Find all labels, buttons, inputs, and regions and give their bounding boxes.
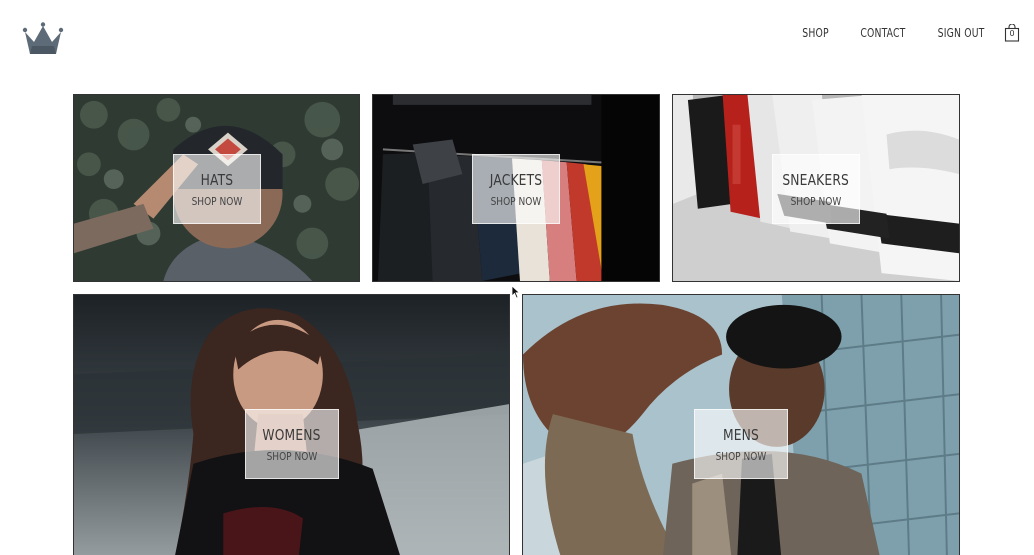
category-title: HATS <box>200 170 233 189</box>
shop-now-link[interactable]: SHOP NOW <box>791 195 842 208</box>
category-tile-womens[interactable]: WOMENS SHOP NOW <box>73 294 510 555</box>
hats-label-box[interactable]: HATS SHOP NOW <box>172 154 261 224</box>
nav-contact-link[interactable]: CONTACT <box>860 26 905 40</box>
shop-now-link[interactable]: SHOP NOW <box>266 450 317 463</box>
mens-label-box[interactable]: MENS SHOP NOW <box>694 409 788 479</box>
jackets-label-box[interactable]: JACKETS SHOP NOW <box>472 154 560 224</box>
sneakers-label-box[interactable]: SNEAKERS SHOP NOW <box>772 154 860 224</box>
shop-now-link[interactable]: SHOP NOW <box>491 195 542 208</box>
main-nav: SHOP CONTACT SIGN OUT 0 <box>774 24 1020 42</box>
category-tile-mens[interactable]: MENS SHOP NOW <box>522 294 960 555</box>
category-tile-sneakers[interactable]: SNEAKERS SHOP NOW <box>672 94 960 282</box>
category-title: MENS <box>722 425 760 444</box>
shop-now-link[interactable]: SHOP NOW <box>716 450 767 463</box>
mouse-pointer-icon <box>511 285 521 299</box>
shopping-bag-icon[interactable]: 0 <box>1004 24 1020 42</box>
womens-label-box[interactable]: WOMENS SHOP NOW <box>244 409 339 479</box>
category-tile-jackets[interactable]: JACKETS SHOP NOW <box>372 94 660 282</box>
nav-sign-out-link[interactable]: SIGN OUT <box>937 26 984 40</box>
category-tile-hats[interactable]: HATS SHOP NOW <box>73 94 360 282</box>
nav-shop-link[interactable]: SHOP <box>803 26 829 40</box>
shop-now-link[interactable]: SHOP NOW <box>191 195 242 208</box>
cart-item-count: 0 <box>1009 29 1015 38</box>
category-title: JACKETS <box>489 170 543 189</box>
category-title: SNEAKERS <box>782 170 850 189</box>
crown-logo-icon[interactable] <box>22 22 64 56</box>
category-title: WOMENS <box>262 425 321 444</box>
